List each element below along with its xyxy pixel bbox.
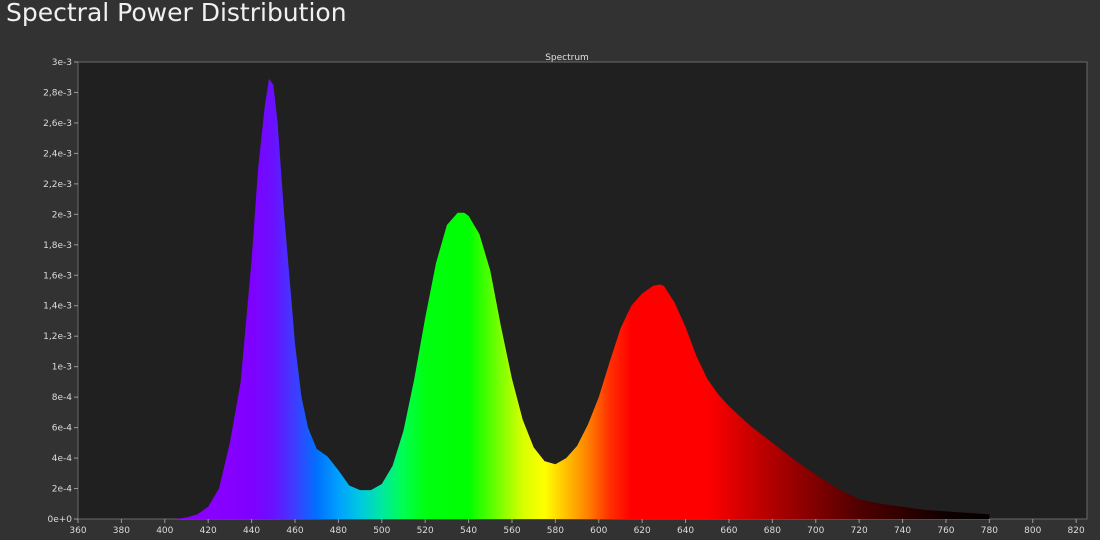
y-tick-label: 8e-4 <box>52 393 73 403</box>
x-tick-label: 700 <box>807 526 824 536</box>
x-tick-label: 360 <box>69 526 86 536</box>
x-tick-label: 460 <box>286 526 303 536</box>
y-tick-label: 3e-3 <box>52 58 72 68</box>
y-tick-label: 2,6e-3 <box>43 119 72 129</box>
y-tick-label: 6e-4 <box>52 424 73 434</box>
x-tick-label: 800 <box>1024 526 1041 536</box>
y-tick-label: 2,2e-3 <box>43 180 72 190</box>
x-tick-label: 520 <box>417 526 434 536</box>
x-tick-label: 500 <box>373 526 390 536</box>
y-tick-label: 4e-4 <box>52 454 73 464</box>
x-tick-label: 560 <box>503 526 520 536</box>
y-tick-label: 1e-3 <box>52 363 72 373</box>
x-tick-label: 480 <box>330 526 347 536</box>
x-tick-label: 680 <box>764 526 781 536</box>
x-tick-label: 440 <box>243 526 260 536</box>
x-axis: 360 380 400 420 440 460 480 500 520 540 560 580 600 6… <box>69 519 1085 536</box>
y-tick-label: 2,8e-3 <box>43 88 72 98</box>
spectrum-chart: Spectrum 0e+0 2e-4 4e-4 6e-4 8e-4 1e-3 1,2e-3 1… <box>43 53 1088 536</box>
chart-container: Spectrum 0e+0 2e-4 4e-4 6e-4 8e-4 1e-3 1,2e-3 1… <box>0 46 1100 536</box>
x-tick-label: 380 <box>113 526 130 536</box>
y-tick-label: 1,8e-3 <box>43 241 72 251</box>
x-tick-label: 760 <box>937 526 954 536</box>
y-tick-label: 2e-3 <box>52 210 72 220</box>
x-tick-label: 620 <box>634 526 651 536</box>
chart-title: Spectrum <box>545 53 589 63</box>
x-tick-label: 400 <box>156 526 173 536</box>
x-tick-label: 720 <box>851 526 868 536</box>
x-tick-label: 580 <box>547 526 564 536</box>
x-tick-label: 420 <box>200 526 217 536</box>
x-tick-label: 660 <box>720 526 737 536</box>
y-tick-label: 0e+0 <box>47 515 72 525</box>
page-title: Spectral Power Distribution <box>6 0 347 27</box>
x-tick-label: 600 <box>590 526 607 536</box>
y-tick-label: 1,6e-3 <box>43 271 72 281</box>
y-tick-label: 2,4e-3 <box>43 149 72 159</box>
y-tick-label: 1,2e-3 <box>43 332 72 342</box>
x-tick-label: 780 <box>981 526 998 536</box>
y-tick-label: 2e-4 <box>52 485 73 495</box>
y-tick-label: 1,4e-3 <box>43 302 72 312</box>
x-tick-label: 740 <box>894 526 911 536</box>
x-tick-label: 640 <box>677 526 694 536</box>
x-tick-label: 820 <box>1068 526 1085 536</box>
x-tick-label: 540 <box>460 526 477 536</box>
y-axis: 0e+0 2e-4 4e-4 6e-4 8e-4 1e-3 1,2e-3 1,4e-3 1,6e… <box>43 58 78 525</box>
